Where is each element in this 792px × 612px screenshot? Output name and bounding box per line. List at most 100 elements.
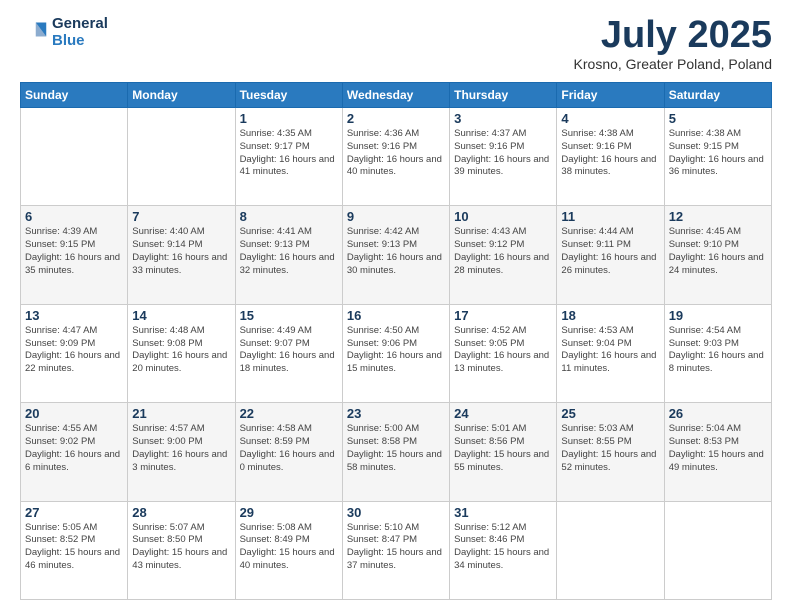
title-block: July 2025 Krosno, Greater Poland, Poland	[574, 16, 772, 72]
cell-info-text: Sunrise: 4:53 AM Sunset: 9:04 PM Dayligh…	[561, 325, 659, 376]
logo-line2: Blue	[52, 33, 108, 50]
cell-day-number: 6	[25, 209, 123, 224]
col-tuesday: Tuesday	[235, 83, 342, 108]
cell-day-number: 26	[669, 406, 767, 421]
cell-4-1: 28Sunrise: 5:07 AM Sunset: 8:50 PM Dayli…	[128, 501, 235, 599]
cell-1-6: 12 Sunrise: 4:45 AM Sunset: 9:10 PM Dayli…	[664, 206, 771, 304]
cell-0-4: 3 Sunrise: 4:37 AM Sunset: 9:16 PM Daylig…	[450, 108, 557, 206]
cell-3-2: 22 Sunrise: 4:58 AM Sunset: 8:59 PM Dayli…	[235, 403, 342, 501]
cell-3-5: 25 Sunrise: 5:03 AM Sunset: 8:55 PM Dayli…	[557, 403, 664, 501]
col-monday: Monday	[128, 83, 235, 108]
cell-3-1: 21 Sunrise: 4:57 AM Sunset: 9:00 PM Dayli…	[128, 403, 235, 501]
calendar-header: Sunday Monday Tuesday Wednesday Thursday…	[21, 83, 772, 108]
cell-info-text: Sunrise: 4:36 AM Sunset: 9:16 PM Dayligh…	[347, 128, 445, 179]
calendar-body: 1 Sunrise: 4:35 AM Sunset: 9:17 PM Daylig…	[21, 108, 772, 600]
week-row-1: 1 Sunrise: 4:35 AM Sunset: 9:17 PM Daylig…	[21, 108, 772, 206]
cell-info-text: Sunrise: 4:35 AM Sunset: 9:17 PM Dayligh…	[240, 128, 338, 179]
cell-0-2: 1 Sunrise: 4:35 AM Sunset: 9:17 PM Daylig…	[235, 108, 342, 206]
calendar-table: Sunday Monday Tuesday Wednesday Thursday…	[20, 82, 772, 600]
cell-info-text: Sunrise: 4:58 AM Sunset: 8:59 PM Dayligh…	[240, 423, 338, 474]
cell-day-number: 20	[25, 406, 123, 421]
cell-info-text: Sunrise: 4:47 AM Sunset: 9:09 PM Dayligh…	[25, 325, 123, 376]
cell-info-text: Sunrise: 4:38 AM Sunset: 9:15 PM Dayligh…	[669, 128, 767, 179]
logo: General Blue	[20, 16, 108, 49]
header-row: Sunday Monday Tuesday Wednesday Thursday…	[21, 83, 772, 108]
cell-day-number: 29	[240, 505, 338, 520]
cell-4-4: 31Sunrise: 5:12 AM Sunset: 8:46 PM Dayli…	[450, 501, 557, 599]
cell-2-1: 14 Sunrise: 4:48 AM Sunset: 9:08 PM Dayli…	[128, 304, 235, 402]
cell-info-text: Sunrise: 4:41 AM Sunset: 9:13 PM Dayligh…	[240, 226, 338, 277]
cell-day-number: 2	[347, 111, 445, 126]
cell-3-0: 20Sunrise: 4:55 AM Sunset: 9:02 PM Dayli…	[21, 403, 128, 501]
cell-info-text: Sunrise: 5:05 AM Sunset: 8:52 PM Dayligh…	[25, 522, 123, 573]
cell-day-number: 9	[347, 209, 445, 224]
week-row-2: 6Sunrise: 4:39 AM Sunset: 9:15 PM Daylig…	[21, 206, 772, 304]
cell-info-text: Sunrise: 4:48 AM Sunset: 9:08 PM Dayligh…	[132, 325, 230, 376]
col-thursday: Thursday	[450, 83, 557, 108]
col-friday: Friday	[557, 83, 664, 108]
cell-info-text: Sunrise: 4:42 AM Sunset: 9:13 PM Dayligh…	[347, 226, 445, 277]
cell-1-1: 7Sunrise: 4:40 AM Sunset: 9:14 PM Daylig…	[128, 206, 235, 304]
col-sunday: Sunday	[21, 83, 128, 108]
cell-info-text: Sunrise: 4:52 AM Sunset: 9:05 PM Dayligh…	[454, 325, 552, 376]
cell-0-6: 5 Sunrise: 4:38 AM Sunset: 9:15 PM Daylig…	[664, 108, 771, 206]
cell-2-5: 18 Sunrise: 4:53 AM Sunset: 9:04 PM Dayli…	[557, 304, 664, 402]
cell-1-3: 9 Sunrise: 4:42 AM Sunset: 9:13 PM Daylig…	[342, 206, 449, 304]
week-row-4: 20Sunrise: 4:55 AM Sunset: 9:02 PM Dayli…	[21, 403, 772, 501]
main-title: July 2025	[574, 16, 772, 54]
cell-4-0: 27 Sunrise: 5:05 AM Sunset: 8:52 PM Dayli…	[21, 501, 128, 599]
cell-day-number: 4	[561, 111, 659, 126]
col-saturday: Saturday	[664, 83, 771, 108]
cell-3-6: 26Sunrise: 5:04 AM Sunset: 8:53 PM Dayli…	[664, 403, 771, 501]
cell-day-number: 3	[454, 111, 552, 126]
cell-1-0: 6Sunrise: 4:39 AM Sunset: 9:15 PM Daylig…	[21, 206, 128, 304]
cell-info-text: Sunrise: 4:49 AM Sunset: 9:07 PM Dayligh…	[240, 325, 338, 376]
cell-info-text: Sunrise: 5:03 AM Sunset: 8:55 PM Dayligh…	[561, 423, 659, 474]
cell-2-2: 15Sunrise: 4:49 AM Sunset: 9:07 PM Dayli…	[235, 304, 342, 402]
cell-info-text: Sunrise: 5:00 AM Sunset: 8:58 PM Dayligh…	[347, 423, 445, 474]
cell-info-text: Sunrise: 4:45 AM Sunset: 9:10 PM Dayligh…	[669, 226, 767, 277]
cell-day-number: 18	[561, 308, 659, 323]
cell-day-number: 17	[454, 308, 552, 323]
cell-day-number: 10	[454, 209, 552, 224]
cell-day-number: 5	[669, 111, 767, 126]
cell-day-number: 8	[240, 209, 338, 224]
week-row-3: 13 Sunrise: 4:47 AM Sunset: 9:09 PM Dayli…	[21, 304, 772, 402]
cell-0-1	[128, 108, 235, 206]
logo-line1: General	[52, 16, 108, 33]
cell-day-number: 24	[454, 406, 552, 421]
cell-info-text: Sunrise: 4:57 AM Sunset: 9:00 PM Dayligh…	[132, 423, 230, 474]
cell-day-number: 22	[240, 406, 338, 421]
cell-day-number: 25	[561, 406, 659, 421]
header: General Blue July 2025 Krosno, Greater P…	[20, 16, 772, 72]
cell-day-number: 16	[347, 308, 445, 323]
cell-1-4: 10 Sunrise: 4:43 AM Sunset: 9:12 PM Dayli…	[450, 206, 557, 304]
cell-info-text: Sunrise: 4:38 AM Sunset: 9:16 PM Dayligh…	[561, 128, 659, 179]
cell-info-text: Sunrise: 4:43 AM Sunset: 9:12 PM Dayligh…	[454, 226, 552, 277]
cell-day-number: 21	[132, 406, 230, 421]
cell-0-5: 4 Sunrise: 4:38 AM Sunset: 9:16 PM Daylig…	[557, 108, 664, 206]
logo-icon	[20, 19, 48, 47]
cell-info-text: Sunrise: 4:37 AM Sunset: 9:16 PM Dayligh…	[454, 128, 552, 179]
logo-text: General Blue	[52, 16, 108, 49]
cell-info-text: Sunrise: 5:10 AM Sunset: 8:47 PM Dayligh…	[347, 522, 445, 573]
cell-info-text: Sunrise: 4:44 AM Sunset: 9:11 PM Dayligh…	[561, 226, 659, 277]
cell-day-number: 13	[25, 308, 123, 323]
cell-3-3: 23Sunrise: 5:00 AM Sunset: 8:58 PM Dayli…	[342, 403, 449, 501]
cell-info-text: Sunrise: 5:01 AM Sunset: 8:56 PM Dayligh…	[454, 423, 552, 474]
cell-4-3: 30Sunrise: 5:10 AM Sunset: 8:47 PM Dayli…	[342, 501, 449, 599]
page: General Blue July 2025 Krosno, Greater P…	[0, 0, 792, 612]
cell-day-number: 1	[240, 111, 338, 126]
cell-day-number: 12	[669, 209, 767, 224]
cell-1-2: 8 Sunrise: 4:41 AM Sunset: 9:13 PM Daylig…	[235, 206, 342, 304]
cell-day-number: 27	[25, 505, 123, 520]
cell-day-number: 14	[132, 308, 230, 323]
cell-day-number: 11	[561, 209, 659, 224]
cell-4-6	[664, 501, 771, 599]
cell-3-4: 24 Sunrise: 5:01 AM Sunset: 8:56 PM Dayli…	[450, 403, 557, 501]
week-row-5: 27 Sunrise: 5:05 AM Sunset: 8:52 PM Dayli…	[21, 501, 772, 599]
subtitle: Krosno, Greater Poland, Poland	[574, 56, 772, 72]
cell-2-0: 13 Sunrise: 4:47 AM Sunset: 9:09 PM Dayli…	[21, 304, 128, 402]
cell-day-number: 28	[132, 505, 230, 520]
cell-2-6: 19Sunrise: 4:54 AM Sunset: 9:03 PM Dayli…	[664, 304, 771, 402]
